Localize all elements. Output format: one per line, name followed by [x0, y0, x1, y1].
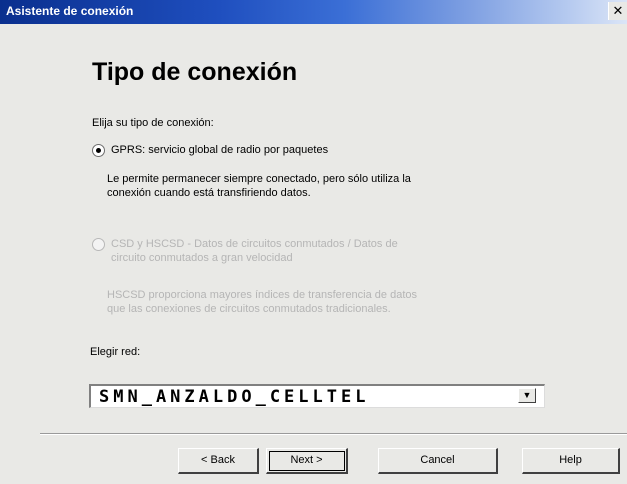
next-button[interactable]: Next >: [266, 448, 348, 474]
csd-hscsd-radio[interactable]: [92, 238, 105, 251]
page-title: Tipo de conexión: [92, 58, 298, 86]
csd-hscsd-description-line: HSCSD proporciona mayores índices de tra…: [107, 289, 417, 301]
csd-hscsd-label: CSD y HSCSD - Datos de circuitos conmuta…: [111, 237, 398, 265]
separator: [40, 433, 627, 435]
gprs-label[interactable]: GPRS: servicio global de radio por paque…: [111, 143, 328, 157]
network-select[interactable]: SMN_ANZALDO_CELLTEL ▼: [89, 384, 545, 408]
window-title: Asistente de conexión: [6, 4, 134, 18]
network-select-value: SMN_ANZALDO_CELLTEL: [99, 387, 370, 407]
option-gprs[interactable]: GPRS: servicio global de radio por paque…: [92, 143, 328, 157]
chevron-down-icon[interactable]: ▼: [518, 388, 536, 403]
gprs-description-line: conexión cuando está transfiriendo datos…: [107, 187, 311, 199]
gprs-radio[interactable]: [92, 144, 105, 157]
csd-hscsd-description: HSCSD proporciona mayores índices de tra…: [107, 288, 417, 316]
network-label: Elegir red:: [90, 346, 141, 358]
cancel-button[interactable]: Cancel: [378, 448, 498, 474]
csd-hscsd-description-line: que las conexiones de circuitos conmutad…: [107, 303, 391, 315]
title-bar[interactable]: Asistente de conexión ✕: [0, 0, 627, 24]
gprs-description: Le permite permanecer siempre conectado,…: [107, 172, 411, 200]
gprs-description-line: Le permite permanecer siempre conectado,…: [107, 173, 411, 185]
csd-hscsd-label-line: CSD y HSCSD - Datos de circuitos conmuta…: [111, 238, 398, 250]
close-icon[interactable]: ✕: [608, 2, 627, 20]
option-csd-hscsd[interactable]: CSD y HSCSD - Datos de circuitos conmuta…: [92, 237, 398, 265]
connection-type-prompt: Elija su tipo de conexión:: [92, 117, 214, 129]
back-button[interactable]: < Back: [178, 448, 259, 474]
csd-hscsd-label-line: circuito conmutados a gran velocidad: [111, 252, 293, 264]
connection-wizard-window: Asistente de conexión ✕ Tipo de conexión…: [0, 0, 627, 484]
help-button[interactable]: Help: [522, 448, 620, 474]
